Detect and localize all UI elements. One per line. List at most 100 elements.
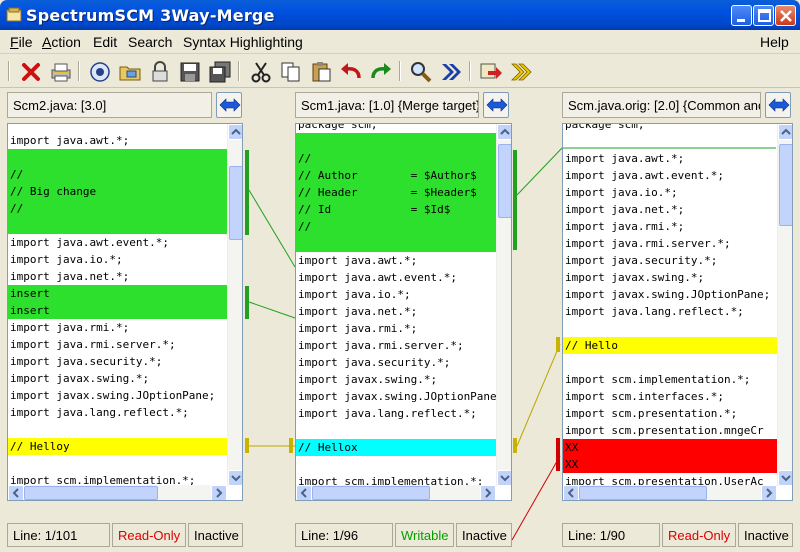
scroll-left-arrow[interactable] [563, 485, 579, 500]
code-line[interactable]: import java.awt.event.*; [8, 234, 228, 251]
scroll-thumb[interactable] [498, 144, 511, 218]
code-line[interactable]: import java.io.*; [8, 251, 228, 268]
code-line[interactable]: import java.net.*; [563, 201, 777, 218]
code-line-green[interactable] [296, 133, 496, 150]
pane-left-editor[interactable]: import java.awt.*; //// Big change// impor… [7, 123, 243, 501]
scroll-left-arrow[interactable] [296, 485, 312, 500]
target-icon[interactable] [88, 60, 112, 84]
code-line[interactable]: import java.awt.*; [8, 132, 228, 149]
code-line-green[interactable]: // Header = $Header$ [296, 184, 496, 201]
save-all-icon[interactable] [208, 60, 232, 84]
code-line[interactable] [8, 455, 228, 472]
code-line[interactable]: import javax.swing.JOptionPane; [296, 388, 503, 405]
code-line[interactable]: import scm.presentation.mngeCr [563, 422, 777, 439]
code-line[interactable]: import java.awt.event.*; [296, 269, 496, 286]
code-line[interactable]: import java.security.*; [563, 252, 777, 269]
code-line[interactable]: package scm; [296, 124, 496, 133]
code-line[interactable]: import java.security.*; [296, 354, 496, 371]
horizontal-scrollbar[interactable] [8, 485, 227, 500]
code-line[interactable]: import java.lang.reflect.*; [563, 303, 777, 320]
code-line-green[interactable]: // Author = $Author$ [296, 167, 496, 184]
scroll-down-arrow[interactable] [228, 470, 242, 486]
scroll-right-arrow[interactable] [211, 485, 227, 500]
code-line[interactable]: import javax.swing.*; [563, 269, 777, 286]
code-line[interactable]: import scm.interfaces.*; [563, 388, 777, 405]
code-line-green[interactable]: // [296, 218, 496, 235]
code-line-yellow[interactable]: // Hello [563, 337, 777, 354]
diff-marker[interactable] [513, 150, 517, 250]
code-line[interactable]: import java.net.*; [296, 303, 496, 320]
code-line-yellow[interactable]: // Helloy [8, 438, 228, 455]
menu-action[interactable]: Action [42, 34, 81, 50]
find-icon[interactable] [409, 60, 433, 84]
code-line-green[interactable] [8, 149, 228, 166]
code-line[interactable]: import javax.swing.*; [296, 371, 496, 388]
scroll-down-arrow[interactable] [778, 470, 792, 486]
code-line-green[interactable]: // [8, 200, 228, 217]
diff-marker[interactable] [245, 438, 249, 453]
next-conflict-icon[interactable] [509, 60, 533, 84]
maximize-button[interactable] [753, 5, 774, 26]
scroll-thumb[interactable] [579, 486, 707, 500]
code-line-green[interactable]: // Id = $Id$ [296, 201, 496, 218]
scroll-up-arrow[interactable] [497, 124, 511, 140]
code-line-green[interactable]: insert [8, 302, 228, 319]
paste-icon[interactable] [309, 60, 333, 84]
code-line[interactable]: import java.rmi.*; [296, 320, 496, 337]
code-line[interactable]: import java.awt.*; [563, 150, 777, 167]
horizontal-scrollbar[interactable] [296, 485, 496, 500]
scroll-thumb[interactable] [229, 166, 242, 240]
code-line-green[interactable] [8, 217, 228, 234]
menu-help[interactable]: Help [760, 34, 789, 50]
vertical-scrollbar[interactable] [496, 124, 511, 486]
code-line-green[interactable] [296, 235, 496, 252]
code-line[interactable] [296, 456, 496, 473]
code-line[interactable] [8, 421, 228, 438]
code-line[interactable]: import scm.presentation.*; [563, 405, 777, 422]
code-line[interactable]: package scm; [563, 124, 777, 133]
code-line[interactable]: import java.net.*; [8, 268, 228, 285]
scroll-right-arrow[interactable] [761, 485, 777, 500]
scroll-thumb[interactable] [312, 486, 430, 500]
code-line[interactable]: import java.lang.reflect.*; [8, 404, 228, 421]
code-line[interactable]: import java.rmi.server.*; [8, 336, 228, 353]
pane-right-editor[interactable]: package scm; import java.awt.*; import jav… [562, 123, 793, 501]
goto-icon[interactable] [479, 60, 503, 84]
code-line[interactable]: import java.rmi.*; [563, 218, 777, 235]
code-line-green[interactable]: insert [8, 285, 228, 302]
code-line-green[interactable]: // [296, 150, 496, 167]
pane-right-sync-button[interactable] [765, 92, 791, 118]
redo-icon[interactable] [369, 60, 393, 84]
code-line[interactable] [296, 422, 496, 439]
diff-marker[interactable] [245, 150, 249, 235]
code-line[interactable]: import java.rmi.server.*; [563, 235, 777, 252]
code-line[interactable] [563, 320, 777, 337]
copy-icon[interactable] [279, 60, 303, 84]
pane-middle-sync-button[interactable] [483, 92, 509, 118]
code-line[interactable]: import java.rmi.server.*; [296, 337, 496, 354]
pane-left-sync-button[interactable] [216, 92, 242, 118]
next-diff-icon[interactable] [439, 60, 463, 84]
print-icon[interactable] [49, 60, 73, 84]
cut-icon[interactable] [249, 60, 273, 84]
code-line[interactable]: import java.awt.event.*; [563, 167, 777, 184]
save-icon[interactable] [178, 60, 202, 84]
scroll-up-arrow[interactable] [778, 124, 792, 140]
vertical-scrollbar[interactable] [227, 124, 242, 486]
diff-marker[interactable] [245, 286, 249, 319]
code-line[interactable]: import java.io.*; [296, 286, 496, 303]
vertical-scrollbar[interactable] [777, 124, 792, 486]
code-line-cyan[interactable]: // Hellox [296, 439, 496, 456]
menu-file[interactable]: File [10, 34, 33, 50]
code-line-red[interactable]: XX [563, 439, 777, 456]
code-line[interactable]: import javax.swing.JOptionPane; [563, 286, 777, 303]
scroll-thumb[interactable] [779, 144, 792, 226]
diff-marker[interactable] [289, 438, 293, 453]
code-line[interactable]: import java.lang.reflect.*; [296, 405, 496, 422]
scroll-down-arrow[interactable] [497, 470, 511, 486]
code-line[interactable]: import java.io.*; [563, 184, 777, 201]
close-window-button[interactable] [775, 5, 796, 26]
code-line[interactable]: import java.rmi.*; [8, 319, 228, 336]
minimize-button[interactable] [731, 5, 752, 26]
code-line-green[interactable]: // [8, 166, 228, 183]
